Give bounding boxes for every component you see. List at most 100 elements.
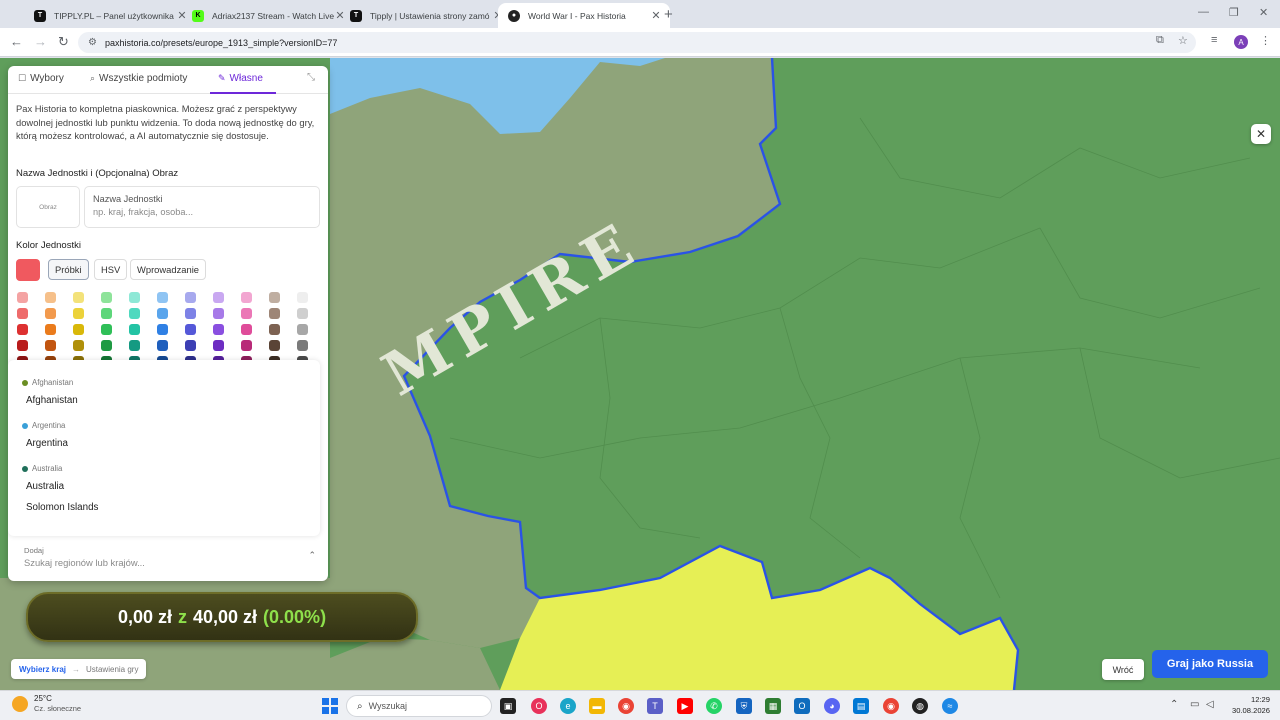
install-app-icon[interactable]: ⧉	[1156, 34, 1164, 47]
palette-swatch[interactable]	[157, 308, 168, 319]
color-mode-input[interactable]: Wprowadzanie	[130, 259, 207, 280]
add-region-search[interactable]: Dodaj Szukaj regionów lub krajów... ⌃	[16, 542, 320, 574]
address-bar[interactable]: ⚙ paxhistoria.co/presets/europe_1913_sim…	[78, 32, 1196, 53]
back-button[interactable]: Wróć	[1102, 659, 1144, 680]
task-view-icon[interactable]: ▣	[500, 698, 516, 714]
option-australia[interactable]: Australia	[26, 481, 64, 492]
clock[interactable]: 12:29 30.08.2026	[1226, 694, 1270, 716]
image-upload-box[interactable]: Obraz	[16, 186, 80, 228]
window-close-icon[interactable]: ✕	[1259, 6, 1268, 19]
palette-swatch[interactable]	[129, 308, 140, 319]
browser-tab-3[interactable]: T Tipply | Ustawienia strony zamó ✕	[340, 3, 512, 28]
chrome-icon[interactable]: ◉	[618, 698, 634, 714]
palette-swatch[interactable]	[213, 308, 224, 319]
color-mode-samples[interactable]: Próbki	[48, 259, 89, 280]
taskbar-search[interactable]: ⌕ Wyszukaj	[346, 695, 492, 717]
tab-wlasne[interactable]: ✎ Własne	[218, 73, 263, 84]
palette-swatch[interactable]	[185, 292, 196, 303]
shield-icon[interactable]: ⛨	[736, 698, 752, 714]
color-mode-hsv[interactable]: HSV	[94, 259, 128, 280]
palette-swatch[interactable]	[129, 324, 140, 335]
teams-icon[interactable]: T	[647, 698, 663, 714]
obs-icon[interactable]: ◍	[912, 698, 928, 714]
weather-widget[interactable]: 25°C Cz. słoneczne	[12, 694, 81, 714]
palette-swatch[interactable]	[213, 292, 224, 303]
palette-swatch[interactable]	[17, 308, 28, 319]
palette-swatch[interactable]	[45, 308, 56, 319]
palette-swatch[interactable]	[185, 340, 196, 351]
palette-swatch[interactable]	[17, 324, 28, 335]
outlook-icon[interactable]: O	[794, 698, 810, 714]
tab-wybory[interactable]: ☐ Wybory	[18, 73, 64, 84]
palette-swatch[interactable]	[101, 340, 112, 351]
bookmark-star-icon[interactable]: ☆	[1178, 34, 1188, 47]
palette-swatch[interactable]	[185, 324, 196, 335]
option-argentina[interactable]: Argentina	[26, 438, 68, 449]
palette-swatch[interactable]	[17, 340, 28, 351]
close-tab-icon[interactable]: ✕	[650, 9, 662, 22]
opera-icon[interactable]: O	[531, 698, 547, 714]
speaker-icon[interactable]: ◁	[1206, 699, 1214, 710]
reload-icon[interactable]: ↻	[58, 34, 69, 50]
palette-swatch[interactable]	[157, 292, 168, 303]
palette-swatch[interactable]	[297, 340, 308, 351]
minecraft-icon[interactable]: ▦	[765, 698, 781, 714]
palette-swatch[interactable]	[213, 340, 224, 351]
chrome-active-icon[interactable]: ◉	[883, 698, 899, 714]
palette-swatch[interactable]	[297, 324, 308, 335]
palette-swatch[interactable]	[129, 292, 140, 303]
back-arrow-icon[interactable]: ←	[10, 34, 23, 49]
youtube-icon[interactable]: ▶	[677, 698, 693, 714]
browser-tab-4[interactable]: ● World War I - Pax Historia ✕	[498, 3, 670, 28]
restore-icon[interactable]: ❐	[1229, 6, 1239, 19]
whatsapp-icon[interactable]: ✆	[706, 698, 722, 714]
new-tab-icon[interactable]: +	[664, 6, 673, 23]
palette-swatch[interactable]	[101, 308, 112, 319]
palette-swatch[interactable]	[297, 292, 308, 303]
palette-swatch[interactable]	[269, 324, 280, 335]
option-solomon-islands[interactable]: Solomon Islands	[26, 502, 98, 513]
profile-avatar[interactable]: A	[1234, 35, 1248, 49]
breadcrumb-step-2[interactable]: Ustawienia gry	[86, 665, 138, 674]
file-explorer-icon[interactable]: ▬	[589, 698, 605, 714]
palette-swatch[interactable]	[213, 324, 224, 335]
palette-swatch[interactable]	[297, 308, 308, 319]
site-info-icon[interactable]: ⚙	[88, 37, 97, 48]
palette-swatch[interactable]	[157, 340, 168, 351]
palette-swatch[interactable]	[241, 292, 252, 303]
display-icon[interactable]: ▭	[1190, 699, 1199, 710]
forward-arrow-icon[interactable]: →	[34, 34, 47, 49]
close-panel-button[interactable]: ✕	[1251, 124, 1271, 144]
tab-wszystkie-podmioty[interactable]: ⌕ Wszystkie podmioty	[90, 73, 187, 84]
palette-swatch[interactable]	[101, 292, 112, 303]
palette-swatch[interactable]	[17, 292, 28, 303]
minimize-icon[interactable]: —	[1198, 6, 1209, 18]
start-icon[interactable]	[322, 698, 338, 714]
collapse-icon[interactable]: ⤡	[307, 72, 315, 83]
palette-swatch[interactable]	[157, 324, 168, 335]
app-icon[interactable]: ≈	[942, 698, 958, 714]
palette-swatch[interactable]	[73, 324, 84, 335]
palette-swatch[interactable]	[269, 292, 280, 303]
media-controls-icon[interactable]: ≡	[1211, 34, 1217, 46]
palette-swatch[interactable]	[73, 340, 84, 351]
selected-color-swatch[interactable]	[16, 259, 40, 281]
menu-dots-icon[interactable]: ⋮	[1260, 34, 1271, 47]
palette-swatch[interactable]	[101, 324, 112, 335]
palette-swatch[interactable]	[185, 308, 196, 319]
palette-swatch[interactable]	[73, 308, 84, 319]
browser-tab-1[interactable]: T TIPPLY.PL – Panel użytkownika ✕	[24, 3, 196, 28]
browser-tab-2[interactable]: K Adriax2137 Stream - Watch Live ✕	[182, 3, 354, 28]
entity-name-input[interactable]: Nazwa Jednostki np. kraj, frakcja, osoba…	[84, 186, 320, 228]
breadcrumb-step-1[interactable]: Wybierz kraj	[19, 665, 66, 674]
palette-swatch[interactable]	[241, 324, 252, 335]
palette-swatch[interactable]	[45, 324, 56, 335]
palette-swatch[interactable]	[129, 340, 140, 351]
option-afghanistan[interactable]: Afghanistan	[26, 395, 78, 406]
store-icon[interactable]: ▤	[853, 698, 869, 714]
play-as-button[interactable]: Graj jako Russia	[1152, 650, 1268, 678]
chevron-up-icon[interactable]: ⌃	[308, 550, 316, 561]
palette-swatch[interactable]	[269, 308, 280, 319]
chevron-up-icon[interactable]: ⌃	[1170, 699, 1178, 710]
palette-swatch[interactable]	[241, 308, 252, 319]
